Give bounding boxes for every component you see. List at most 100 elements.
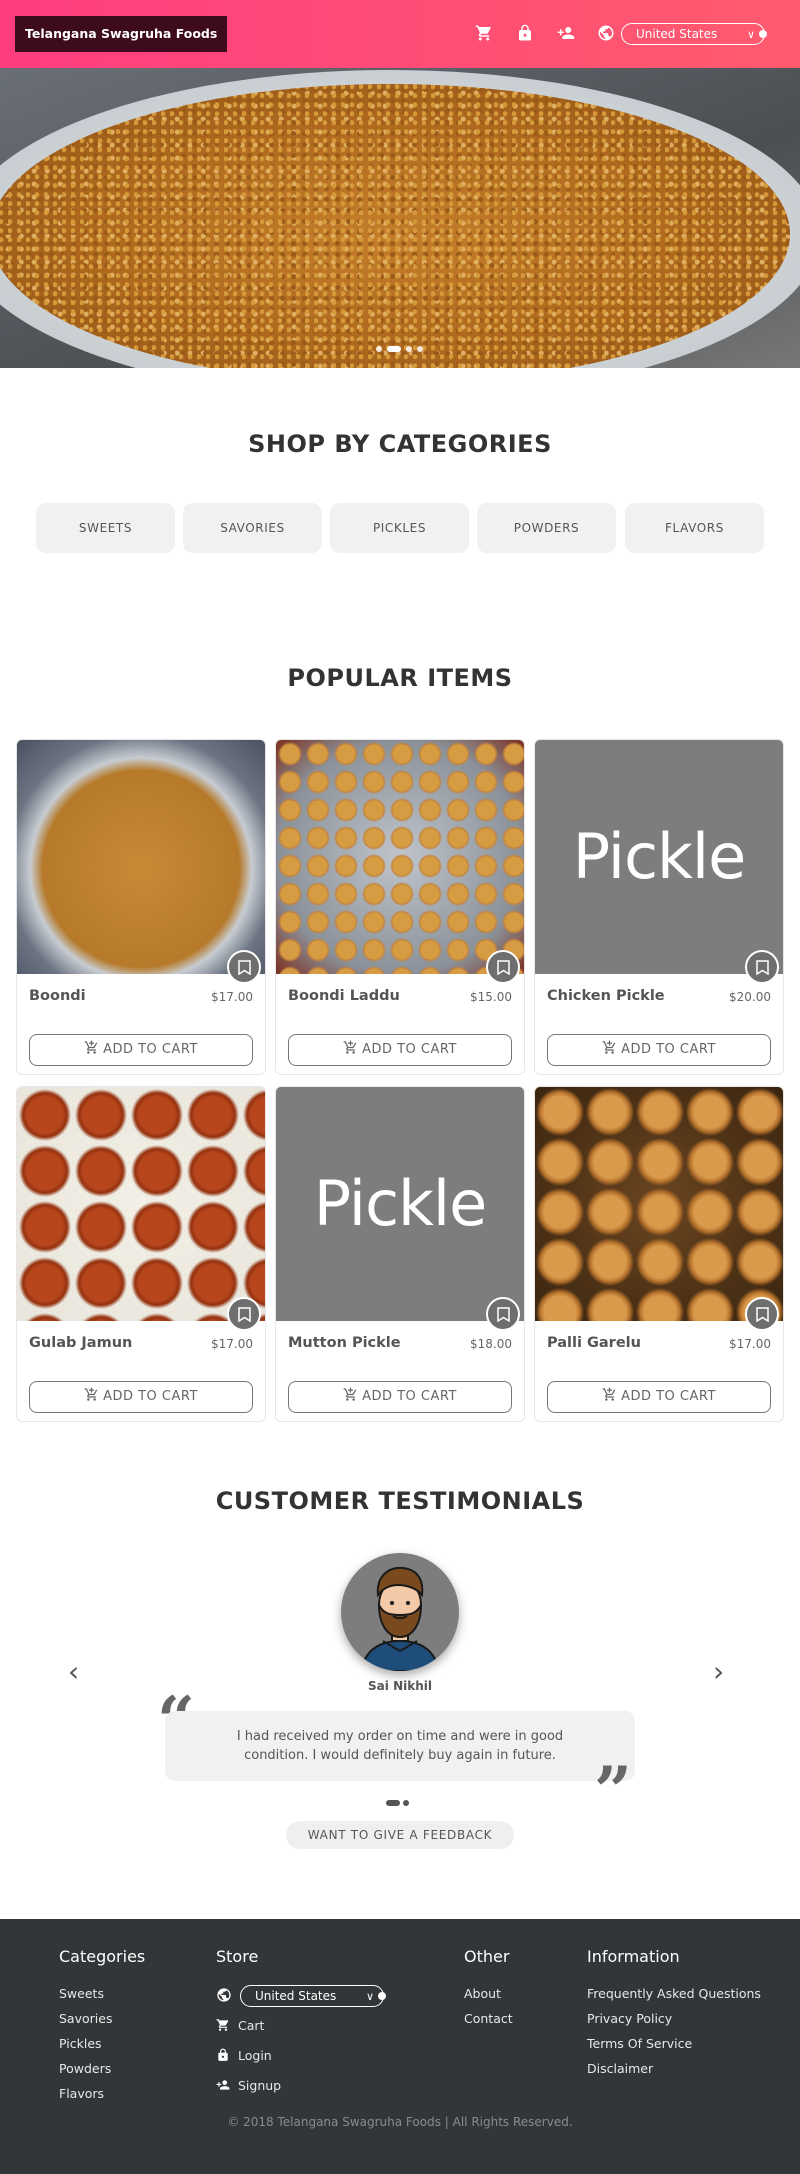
footer-categories: Categories Sweets Savories Pickles Powde… xyxy=(59,1947,145,2106)
cart-icon[interactable] xyxy=(475,24,493,42)
chevron-down-icon: ∨ xyxy=(746,28,755,41)
top-navbar: Telangana Swagruha Foods United States ∨ xyxy=(0,0,800,68)
footer-link-about[interactable]: About xyxy=(464,1981,513,2006)
add-to-cart-button[interactable]: ADD TO CART xyxy=(288,1034,512,1066)
copyright-text: © 2018 Telangana Swagruha Foods | All Ri… xyxy=(227,2115,573,2129)
product-image-palli-garelu[interactable] xyxy=(535,1087,783,1321)
category-sweets-button[interactable]: SWEETS xyxy=(36,503,175,553)
select-handle-icon xyxy=(759,30,767,38)
add-user-icon xyxy=(216,2080,230,2090)
footer-heading: Information xyxy=(587,1947,680,1966)
add-to-cart-button[interactable]: ADD TO CART xyxy=(547,1034,771,1066)
footer-link-disclaimer[interactable]: Disclaimer xyxy=(587,2056,761,2081)
product-name[interactable]: Boondi xyxy=(29,988,86,1004)
country-select-value: United States xyxy=(636,27,718,41)
carousel-dot-active[interactable] xyxy=(387,345,401,352)
add-cart-icon xyxy=(343,1040,357,1054)
lock-icon xyxy=(218,2048,228,2061)
hero-carousel-indicators xyxy=(376,338,428,352)
product-card[interactable]: Gulab Jamun $17.00 ADD TO CART xyxy=(16,1086,266,1422)
footer-country-row: United States ∨ xyxy=(216,1981,386,2011)
add-to-cart-label: ADD TO CART xyxy=(103,1042,198,1057)
product-image-chicken-pickle[interactable]: Pickle xyxy=(535,740,783,974)
lock-icon[interactable] xyxy=(516,24,534,42)
product-price: $17.00 xyxy=(211,1337,253,1351)
product-card[interactable]: Boondi $17.00 ADD TO CART xyxy=(16,739,266,1075)
footer-link-label: Login xyxy=(238,2048,272,2063)
category-powders-button[interactable]: POWDERS xyxy=(477,503,616,553)
category-savories-button[interactable]: SAVORIES xyxy=(183,503,322,553)
product-price: $17.00 xyxy=(211,990,253,1004)
category-pickles-button[interactable]: PICKLES xyxy=(330,503,469,553)
product-name[interactable]: Mutton Pickle xyxy=(288,1335,401,1351)
product-card[interactable]: Palli Garelu $17.00 ADD TO CART xyxy=(534,1086,784,1422)
footer-link-login[interactable]: Login xyxy=(216,2041,281,2071)
product-name[interactable]: Gulab Jamun xyxy=(29,1335,132,1351)
footer-link-powders[interactable]: Powders xyxy=(59,2056,145,2081)
footer-link-savories[interactable]: Savories xyxy=(59,2006,145,2031)
bookmark-icon[interactable] xyxy=(486,1297,520,1331)
footer-country-select[interactable]: United States ∨ xyxy=(240,1985,386,2007)
product-image-boondi-laddu[interactable] xyxy=(276,740,524,974)
country-select[interactable]: United States ∨ xyxy=(621,23,767,45)
carousel-dot[interactable] xyxy=(406,345,412,352)
footer-link-cart[interactable]: Cart xyxy=(216,2011,281,2041)
product-name[interactable]: Boondi Laddu xyxy=(288,988,400,1004)
add-to-cart-button[interactable]: ADD TO CART xyxy=(288,1381,512,1413)
footer-heading: Store xyxy=(216,1947,259,1966)
product-image-gulab-jamun[interactable] xyxy=(17,1087,265,1321)
globe-icon xyxy=(217,1988,231,2002)
footer-link-label: Cart xyxy=(238,2018,265,2033)
carousel-dot[interactable] xyxy=(376,345,382,352)
add-user-icon[interactable] xyxy=(556,24,576,42)
product-card[interactable]: Boondi Laddu $15.00 ADD TO CART xyxy=(275,739,525,1075)
category-flavors-button[interactable]: FLAVORS xyxy=(625,503,764,553)
product-image-mutton-pickle[interactable]: Pickle xyxy=(276,1087,524,1321)
testimonial-indicators xyxy=(386,1792,412,1811)
add-to-cart-button[interactable]: ADD TO CART xyxy=(29,1381,253,1413)
bookmark-icon[interactable] xyxy=(227,950,261,984)
product-image-boondi[interactable] xyxy=(17,740,265,974)
footer-link-terms-of-service[interactable]: Terms Of Service xyxy=(587,2031,761,2056)
footer: Categories Sweets Savories Pickles Powde… xyxy=(0,1919,800,2174)
bookmark-icon[interactable] xyxy=(486,950,520,984)
user-avatar-icon xyxy=(359,1566,441,1671)
quote-close-icon: ” xyxy=(594,1752,632,1830)
add-to-cart-label: ADD TO CART xyxy=(621,1042,716,1057)
carousel-dot-active[interactable] xyxy=(386,1799,400,1806)
bookmark-icon[interactable] xyxy=(745,1297,779,1331)
carousel-dot[interactable] xyxy=(417,345,423,352)
product-name[interactable]: Chicken Pickle xyxy=(547,988,665,1004)
avatar xyxy=(341,1553,459,1671)
give-feedback-button[interactable]: WANT TO GIVE A FEEDBACK xyxy=(286,1821,514,1849)
footer-heading: Other xyxy=(464,1947,510,1966)
testimonial-author: Sai Nikhil xyxy=(368,1679,432,1693)
footer-link-signup[interactable]: Signup xyxy=(216,2071,281,2101)
bookmark-icon[interactable] xyxy=(745,950,779,984)
footer-link-contact[interactable]: Contact xyxy=(464,2006,513,2031)
add-to-cart-label: ADD TO CART xyxy=(362,1389,457,1404)
carousel-dot[interactable] xyxy=(403,1799,409,1806)
footer-link-sweets[interactable]: Sweets xyxy=(59,1981,145,2006)
testimonials-title: CUSTOMER TESTIMONIALS xyxy=(215,1487,585,1515)
footer-link-label: Signup xyxy=(238,2078,282,2093)
footer-heading: Categories xyxy=(59,1947,146,1966)
footer-link-faq[interactable]: Frequently Asked Questions xyxy=(587,1981,761,2006)
add-cart-icon xyxy=(602,1040,616,1054)
brand-logo[interactable]: Telangana Swagruha Foods xyxy=(15,16,228,52)
product-card[interactable]: Pickle Chicken Pickle $20.00 ADD TO CART xyxy=(534,739,784,1075)
add-to-cart-label: ADD TO CART xyxy=(103,1389,198,1404)
product-name[interactable]: Palli Garelu xyxy=(547,1335,641,1351)
footer-link-privacy-policy[interactable]: Privacy Policy xyxy=(587,2006,761,2031)
cart-icon xyxy=(216,2019,229,2031)
footer-link-pickles[interactable]: Pickles xyxy=(59,2031,145,2056)
chevron-down-icon: ∨ xyxy=(365,1990,374,2003)
footer-link-flavors[interactable]: Flavors xyxy=(59,2081,145,2106)
add-to-cart-button[interactable]: ADD TO CART xyxy=(547,1381,771,1413)
product-card[interactable]: Pickle Mutton Pickle $18.00 ADD TO CART xyxy=(275,1086,525,1422)
hero-food-image xyxy=(0,84,790,368)
categories-title: SHOP BY CATEGORIES xyxy=(248,430,552,458)
hero-carousel[interactable] xyxy=(0,68,800,368)
add-to-cart-button[interactable]: ADD TO CART xyxy=(29,1034,253,1066)
bookmark-icon[interactable] xyxy=(227,1297,261,1331)
